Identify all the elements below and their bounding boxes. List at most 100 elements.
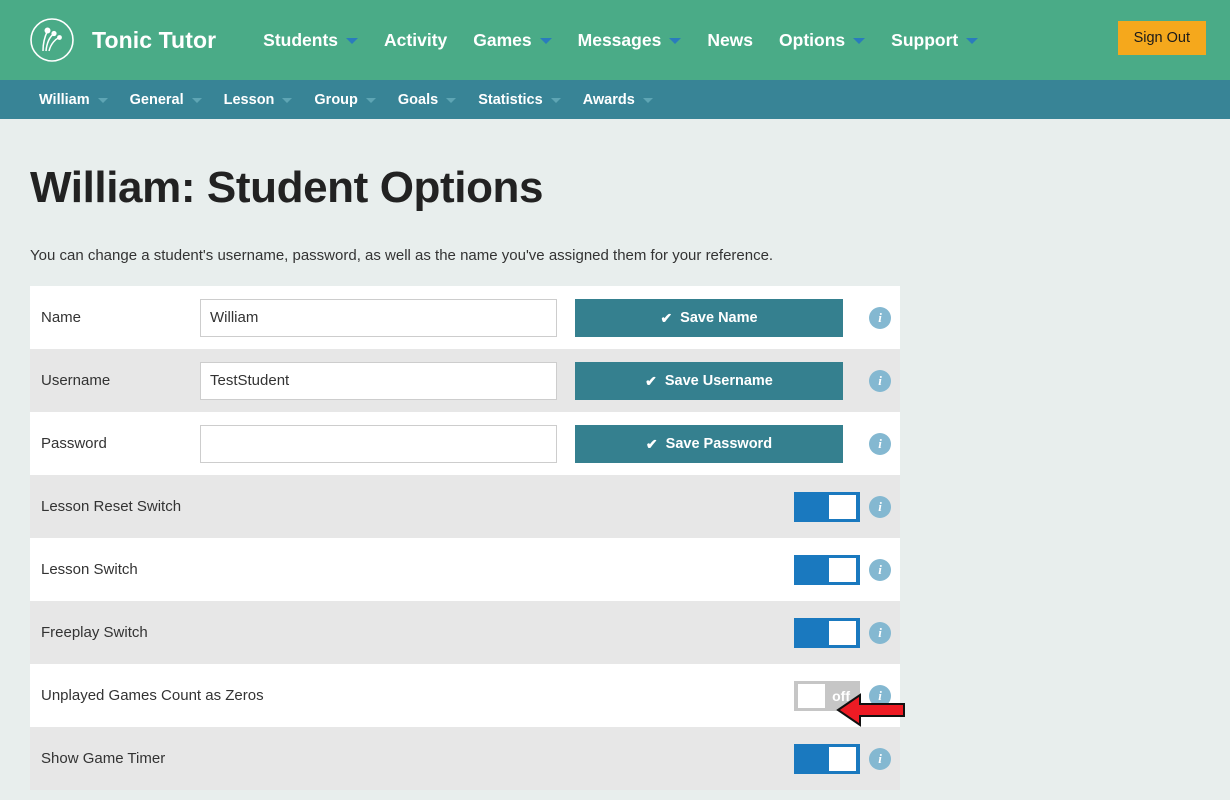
chevron-down-icon (346, 38, 359, 44)
top-header-bar: Tonic Tutor Students Activity Games Mess… (0, 0, 1230, 80)
nav-item-support[interactable]: Support (878, 30, 991, 51)
info-icon[interactable]: i (869, 558, 891, 581)
username-input[interactable] (200, 361, 557, 400)
row-info-cell: i (860, 475, 900, 538)
toggle-lesson-switch[interactable] (794, 554, 860, 585)
chevron-down-icon (97, 98, 108, 103)
save-button-label: Save Name (680, 309, 758, 326)
toggle-freeplay-switch[interactable] (794, 617, 860, 648)
subnav-item-group[interactable]: Group (303, 92, 387, 108)
subnav-item-general[interactable]: General (119, 92, 213, 108)
name-input[interactable] (200, 298, 557, 337)
row-info-cell: i (860, 664, 900, 727)
toggle-lesson-reset-switch[interactable] (794, 491, 860, 522)
row-toggle-cell (575, 727, 860, 790)
table-row: Show Game Timer i (30, 727, 900, 790)
subnav-label: General (129, 91, 184, 108)
row-info-cell: i (860, 286, 900, 349)
save-button-label: Save Username (664, 372, 773, 389)
sub-navigation-bar: William General Lesson Group Goals Stati… (0, 80, 1230, 119)
info-icon[interactable]: i (869, 432, 891, 455)
info-icon[interactable]: i (869, 306, 891, 329)
subnav-label: Statistics (478, 91, 543, 108)
save-button-label: Save Password (665, 435, 773, 452)
toggle-knob (798, 683, 825, 708)
table-row: Freeplay Switch i (30, 601, 900, 664)
save-password-button[interactable]: ✔ Save Password (575, 424, 843, 463)
row-input-cell (200, 286, 575, 349)
row-toggle-cell (575, 601, 860, 664)
info-icon[interactable]: i (869, 747, 891, 770)
nav-item-options[interactable]: Options (766, 30, 878, 51)
info-icon[interactable]: i (869, 684, 891, 707)
row-label: Username (41, 372, 111, 389)
row-label: Show Game Timer (41, 750, 166, 767)
chevron-down-icon (669, 38, 682, 44)
table-row: Username ✔ Save Username i (30, 349, 900, 412)
main-navigation: Students Activity Games Messages News Op… (250, 30, 991, 51)
page-description: You can change a student's username, pas… (30, 247, 774, 264)
row-toggle-cell (575, 475, 860, 538)
chevron-down-icon (365, 98, 376, 103)
row-toggle-cell: off (575, 664, 860, 727)
table-row: Unplayed Games Count as Zeros off i (30, 664, 900, 727)
row-info-cell: i (860, 601, 900, 664)
chevron-down-icon (966, 38, 979, 44)
sign-out-button[interactable]: Sign Out (1117, 21, 1206, 55)
chevron-down-icon (446, 98, 457, 103)
table-row: Lesson Reset Switch i (30, 475, 900, 538)
subnav-item-lesson[interactable]: Lesson (213, 92, 304, 108)
page-content: William: Student Options You can change … (0, 163, 1230, 790)
save-name-button[interactable]: ✔ Save Name (575, 298, 843, 337)
row-info-cell: i (860, 412, 900, 475)
nav-label: Options (779, 29, 846, 50)
check-icon: ✔ (645, 372, 657, 389)
info-icon[interactable]: i (869, 369, 891, 392)
tonic-tutor-logo-icon[interactable] (28, 16, 76, 64)
row-action-cell: ✔ Save Password (575, 412, 860, 475)
toggle-knob (829, 620, 856, 645)
toggle-knob (829, 746, 856, 771)
nav-label: Support (891, 29, 959, 50)
nav-item-students[interactable]: Students (250, 30, 371, 51)
check-icon: ✔ (645, 435, 658, 452)
chevron-down-icon (539, 38, 552, 44)
subnav-item-goals[interactable]: Goals (387, 92, 467, 108)
password-input[interactable] (200, 424, 557, 463)
subnav-label: Lesson (223, 91, 275, 108)
brand-name[interactable]: Tonic Tutor (92, 27, 216, 54)
save-username-button[interactable]: ✔ Save Username (575, 361, 843, 400)
row-info-cell: i (860, 727, 900, 790)
row-input-cell (200, 412, 575, 475)
chevron-down-icon (191, 98, 202, 103)
nav-item-messages[interactable]: Messages (565, 30, 695, 51)
row-label: Lesson Reset Switch (41, 498, 182, 515)
subnav-item-william[interactable]: William (28, 92, 119, 108)
toggle-unplayed-games-count-as-zeros[interactable]: off (794, 680, 860, 711)
student-options-table: Name ✔ Save Name i Username (30, 286, 900, 790)
nav-item-news[interactable]: News (694, 30, 766, 51)
table-row: Name ✔ Save Name i (30, 286, 900, 349)
info-icon[interactable]: i (869, 495, 891, 518)
toggle-knob (829, 557, 856, 582)
nav-label: Activity (384, 29, 448, 50)
chevron-down-icon (282, 98, 293, 103)
check-icon: ✔ (660, 309, 673, 326)
nav-label: Games (473, 29, 532, 50)
toggle-show-game-timer[interactable] (794, 743, 860, 774)
row-toggle-cell (575, 538, 860, 601)
toggle-knob (829, 494, 856, 519)
row-info-cell: i (860, 538, 900, 601)
nav-item-games[interactable]: Games (460, 30, 564, 51)
subnav-item-statistics[interactable]: Statistics (467, 92, 571, 108)
info-icon[interactable]: i (869, 621, 891, 644)
toggle-state-label: off (832, 687, 850, 704)
row-label: Freeplay Switch (41, 624, 148, 641)
nav-item-activity[interactable]: Activity (371, 30, 460, 51)
nav-label: Messages (577, 29, 662, 50)
row-action-cell: ✔ Save Username (575, 349, 860, 412)
chevron-down-icon (642, 98, 653, 103)
subnav-label: Awards (582, 91, 635, 108)
subnav-item-awards[interactable]: Awards (572, 92, 664, 108)
subnav-label: Group (314, 91, 358, 108)
